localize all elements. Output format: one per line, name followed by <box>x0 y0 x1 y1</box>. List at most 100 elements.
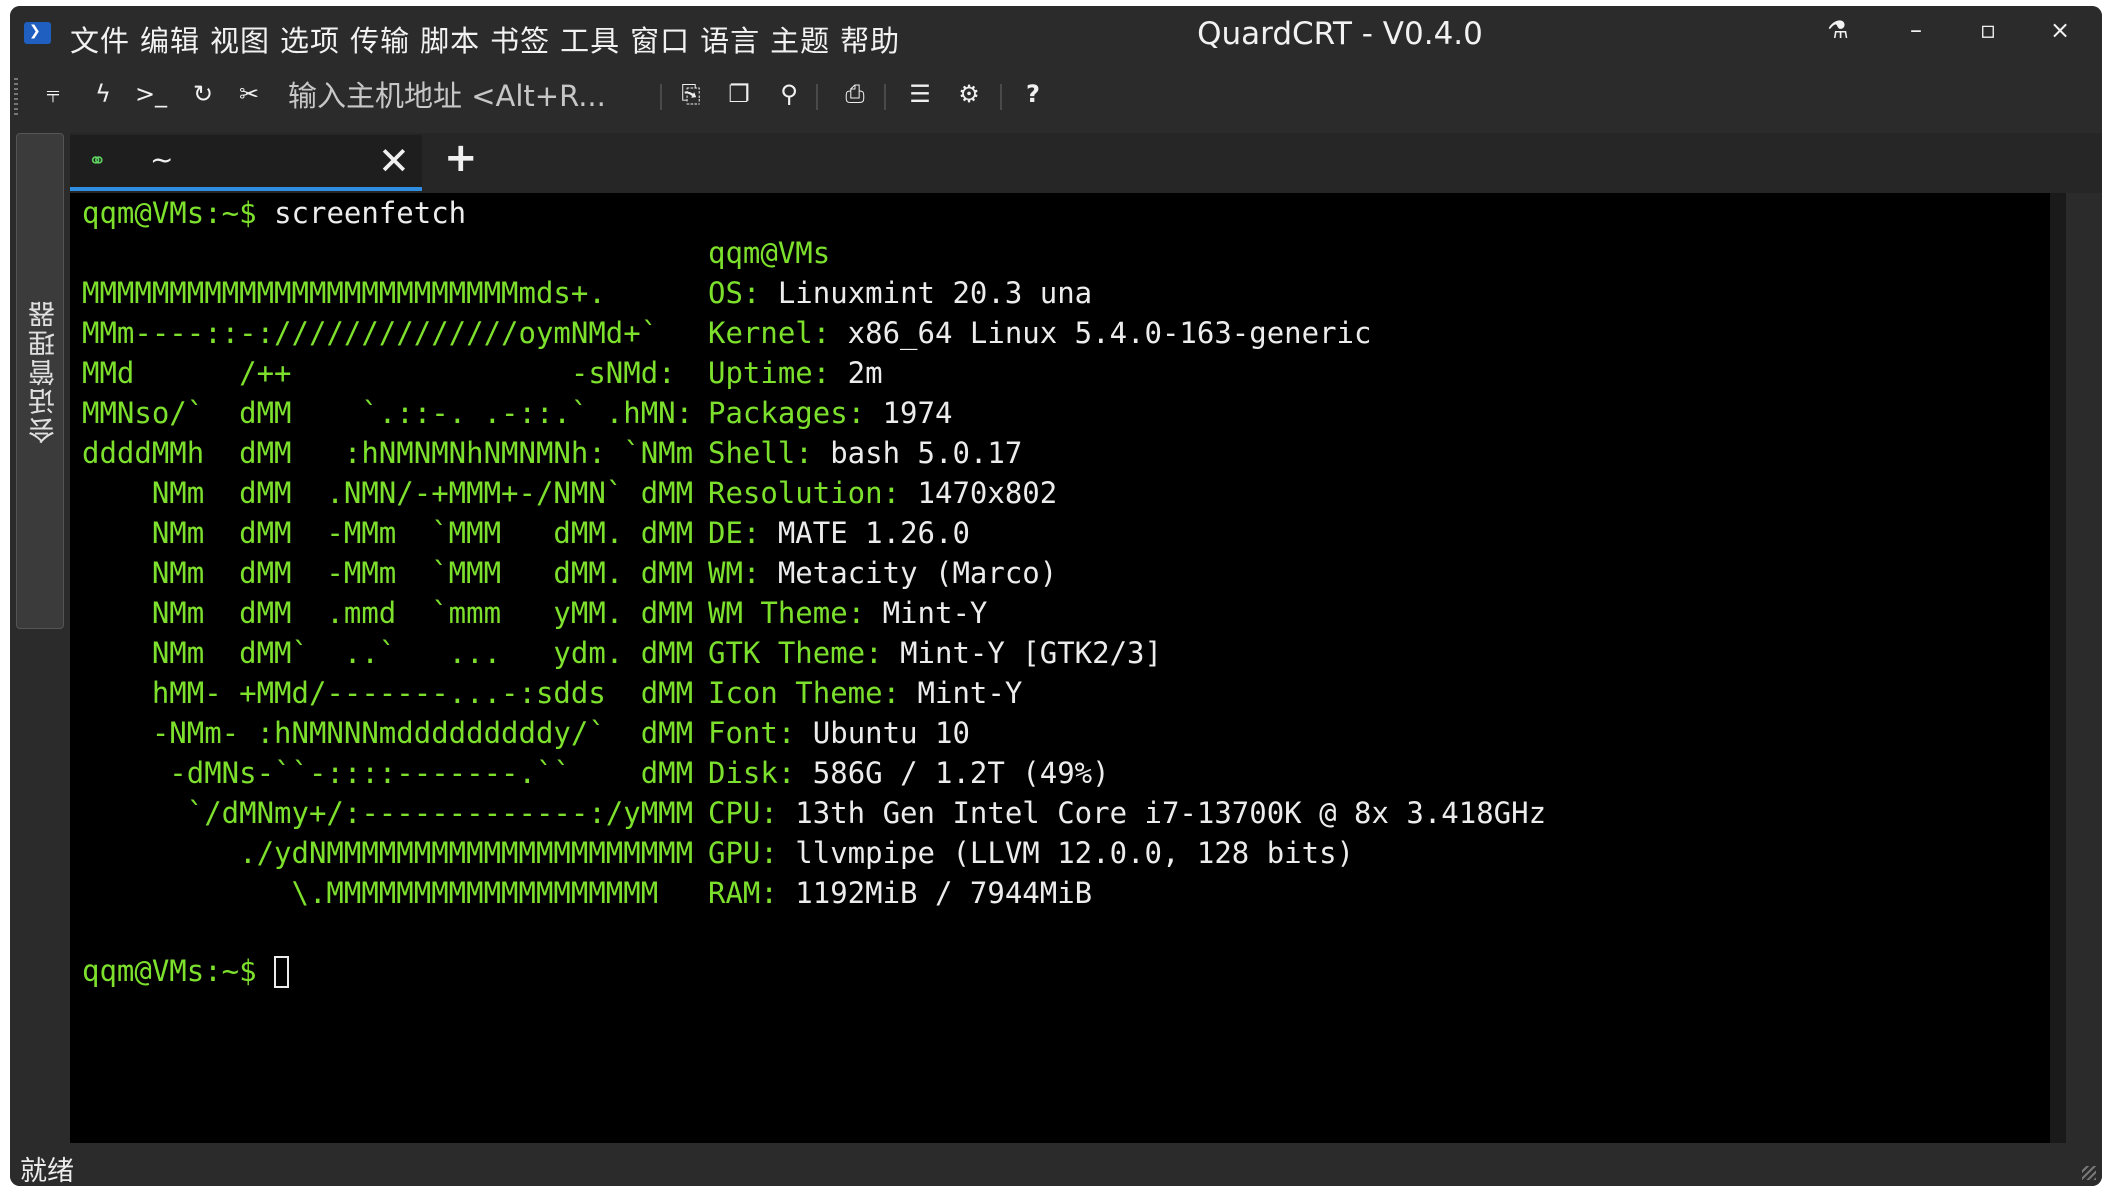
menu-script[interactable]: 脚本 <box>420 18 480 60</box>
info-key: DE: <box>708 516 761 550</box>
session-manager-label: 会话管理器 <box>29 299 60 444</box>
refresh-icon[interactable]: ↻ <box>186 80 220 108</box>
new-tab-button[interactable]: + <box>444 135 478 181</box>
menu-bookmarks[interactable]: 书签 <box>490 18 550 60</box>
logo-line: \.MMMMMMMMMMMMMMMMMMM <box>82 876 659 910</box>
flask-icon[interactable]: ⚗ <box>1818 16 1858 44</box>
search-icon[interactable]: ⚲ <box>772 80 806 108</box>
toolbar-separator <box>884 84 886 110</box>
logo-line: ddddMMh dMM :hNMNMNhNMNMNh: `NMm <box>82 436 694 470</box>
logo-line: NMm dMM -MMm `MMM dMM. dMM <box>82 516 694 550</box>
info-key: WM: <box>708 556 761 590</box>
terminal-prompt-icon[interactable]: >_ <box>134 80 168 108</box>
info-key: Resolution: <box>708 476 901 510</box>
info-value: Mint-Y <box>900 676 1023 710</box>
host-address-input[interactable] <box>282 72 650 120</box>
info-line: Resolution: 1470x802 <box>708 473 1057 513</box>
info-value: Mint-Y <box>865 596 988 630</box>
info-key: WM Theme: <box>708 596 866 630</box>
link-icon: ⚭ <box>88 149 107 174</box>
prompt-line: qqm@VMs:~$ <box>82 951 290 991</box>
close-tab-icon[interactable]: ✕ <box>378 139 410 183</box>
info-line: Font: Ubuntu 10 <box>708 713 970 753</box>
session-manager-tab[interactable]: 会话管理器 <box>16 133 64 629</box>
toolbar-grip[interactable] <box>14 78 18 116</box>
lightning-icon[interactable]: ϟ <box>86 80 120 108</box>
info-line: Uptime: 2m <box>708 353 883 393</box>
window-title: QuardCRT - V0.4.0 <box>1197 16 1483 52</box>
help-icon[interactable]: ? <box>1016 80 1050 108</box>
app-window: 文件 编辑 视图 选项 传输 脚本 书签 工具 窗口 语言 主题 帮助 Quar… <box>10 6 2102 1186</box>
info-key: GPU: <box>708 836 778 870</box>
logo-line: `/dMNmy+/:-------------:/yMMM <box>82 796 694 830</box>
menu-bar: 文件 编辑 视图 选项 传输 脚本 书签 工具 窗口 语言 主题 帮助 <box>70 18 910 60</box>
info-key: OS: <box>708 276 761 310</box>
menu-window[interactable]: 窗口 <box>630 18 690 60</box>
minimize-button[interactable]: – <box>1896 16 1936 44</box>
info-line: Icon Theme: Mint-Y <box>708 673 1022 713</box>
print-icon[interactable]: ⎙ <box>838 80 872 108</box>
info-key: Disk: <box>708 756 796 790</box>
info-value: 1470x802 <box>900 476 1058 510</box>
menu-options[interactable]: 选项 <box>280 18 340 60</box>
terminal-output[interactable]: qqm@VMs:~$ screenfetch qqm@VMs MMMMMMMMM… <box>70 193 2066 1143</box>
logo-line: NMm dMM -MMm `MMM dMM. dMM <box>82 556 694 590</box>
info-line: CPU: 13th Gen Intel Core i7-13700K @ 8x … <box>708 793 1546 833</box>
gear-icon[interactable]: ⚙ <box>952 80 986 108</box>
logo-line: ./ydNMMMMMMMMMMMMMMMMMMMMM <box>82 836 694 870</box>
info-line: Disk: 586G / 1.2T (49%) <box>708 753 1110 793</box>
maximize-button[interactable]: ▫ <box>1968 16 2008 44</box>
toolbar-separator <box>1000 84 1002 110</box>
info-key: Shell: <box>708 436 813 470</box>
menu-tools[interactable]: 工具 <box>560 18 620 60</box>
copy-icon[interactable]: ⎘ <box>674 80 708 108</box>
info-value: 1192MiB / 7944MiB <box>777 876 1093 910</box>
info-line: DE: MATE 1.26.0 <box>708 513 970 553</box>
tab-session-home[interactable]: ⚭ ~ ✕ <box>70 135 422 191</box>
paste-icon[interactable]: ❐ <box>722 80 756 108</box>
menu-edit[interactable]: 编辑 <box>140 18 200 60</box>
info-key: Uptime: <box>708 356 831 390</box>
info-value: Linuxmint 20.3 una <box>760 276 1093 310</box>
logo-line: MMNso/` dMM `.::-. .-::.` .hMN: <box>82 396 694 430</box>
menu-language[interactable]: 语言 <box>700 18 760 60</box>
info-line: RAM: 1192MiB / 7944MiB <box>708 873 1092 913</box>
info-value: llvmpipe (LLVM 12.0.0, 128 bits) <box>777 836 1355 870</box>
resize-grip[interactable] <box>2082 1166 2096 1180</box>
toolbar: ⫧ ϟ >_ ↻ ✂ ⎘ ❐ ⚲ ⎙ ☰ ⚙ ? <box>10 62 2102 132</box>
status-bar: 就绪 <box>10 1143 2102 1186</box>
info-value: 13th Gen Intel Core i7-13700K @ 8x 3.418… <box>777 796 1547 830</box>
info-value: 2m <box>830 356 883 390</box>
menu-file[interactable]: 文件 <box>70 18 130 60</box>
info-key: Packages: <box>708 396 866 430</box>
menu-view[interactable]: 视图 <box>210 18 270 60</box>
info-line: WM Theme: Mint-Y <box>708 593 987 633</box>
info-line: GTK Theme: Mint-Y [GTK2/3] <box>708 633 1162 673</box>
info-key: Font: <box>708 716 796 750</box>
close-window-button[interactable]: × <box>2040 16 2080 44</box>
logo-line: NMm dMM .NMN/-+MMM+-/NMN` dMM <box>82 476 694 510</box>
prompt-text: qqm@VMs:~$ <box>82 954 257 988</box>
menu-transfer[interactable]: 传输 <box>350 18 410 60</box>
info-value: 1974 <box>865 396 953 430</box>
info-value: 586G / 1.2T (49%) <box>795 756 1110 790</box>
disconnect-icon[interactable]: ✂ <box>232 80 266 108</box>
tab-label: ~ <box>150 143 174 176</box>
menu-help[interactable]: 帮助 <box>840 18 900 60</box>
logo-line: MMd /++ -sNMd: <box>82 356 676 390</box>
logo-line: hMM- +MMd/-------...-:sdds dMM <box>82 676 694 710</box>
settings-sliders-icon[interactable]: ☰ <box>903 80 937 108</box>
info-key: Kernel: <box>708 316 831 350</box>
info-value: Mint-Y [GTK2/3] <box>882 636 1162 670</box>
vertical-scrollbar[interactable] <box>2050 193 2066 1143</box>
network-icon[interactable]: ⫧ <box>36 80 70 108</box>
info-key: Icon Theme: <box>708 676 901 710</box>
info-key: RAM: <box>708 876 778 910</box>
logo-line: MMMMMMMMMMMMMMMMMMMMMMMMMmds+. <box>82 276 606 310</box>
tab-bar: ⚭ ~ ✕ + <box>70 133 2102 193</box>
logo-line: NMm dMM .mmd `mmm yMM. dMM <box>82 596 694 630</box>
menu-theme[interactable]: 主题 <box>770 18 830 60</box>
info-line: Packages: 1974 <box>708 393 952 433</box>
info-value: MATE 1.26.0 <box>760 516 970 550</box>
toolbar-separator <box>816 84 818 110</box>
